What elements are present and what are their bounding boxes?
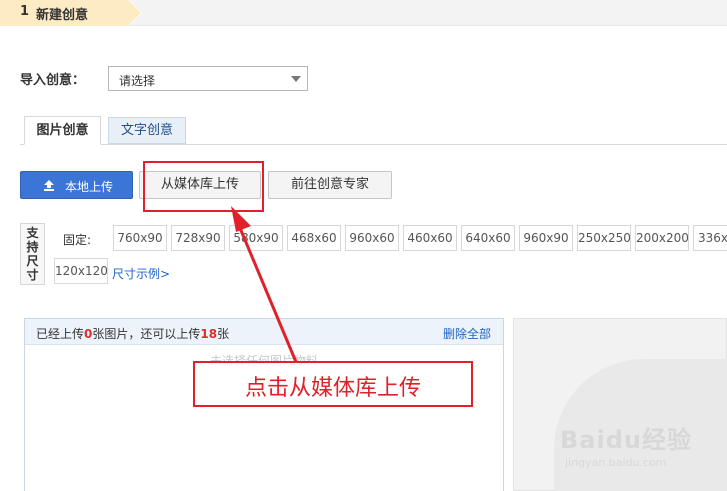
- annotation-arrow: [231, 206, 298, 363]
- callout-box: 点击从媒体库上传: [193, 361, 473, 407]
- callout-text: 点击从媒体库上传: [244, 376, 421, 401]
